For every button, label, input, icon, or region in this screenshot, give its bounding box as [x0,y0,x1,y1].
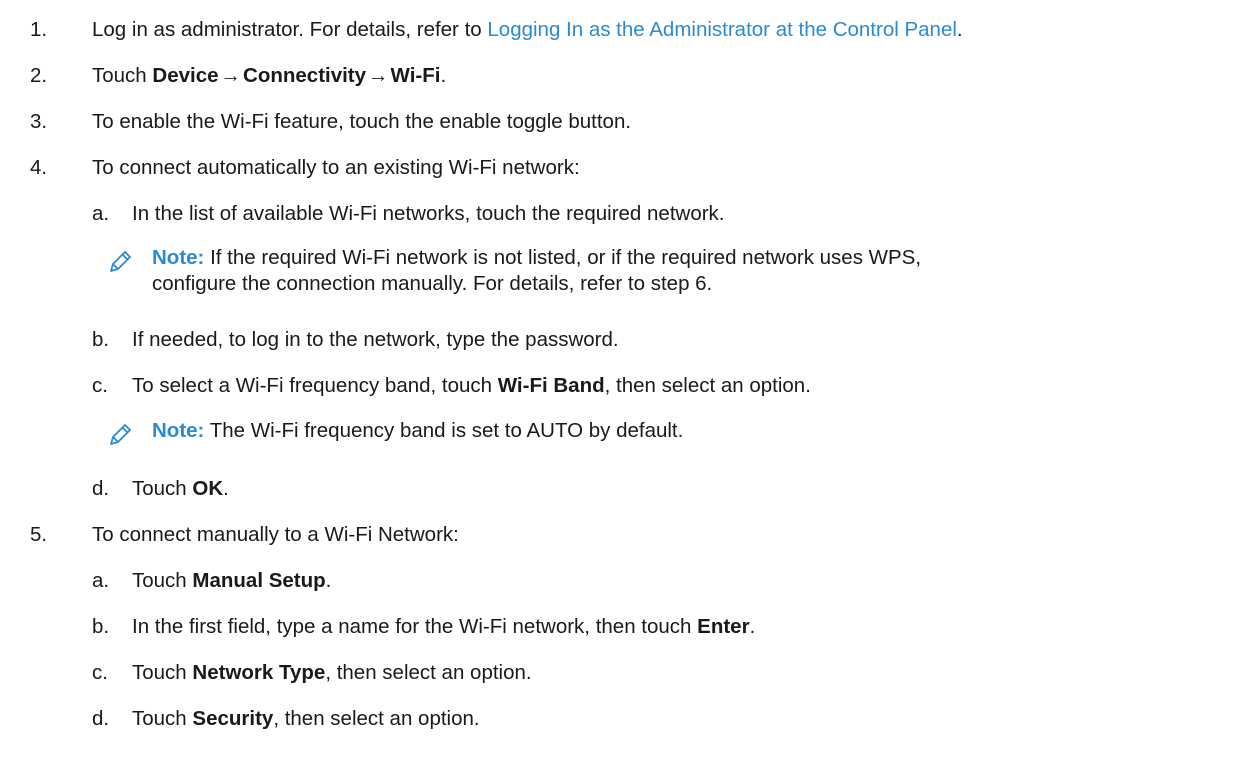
step-number: 4. [30,156,48,179]
admin-login-link[interactable]: Logging In as the Administrator at the C… [487,18,957,41]
substep-text: In the first field, type a name for the … [132,615,756,638]
pencil-icon [110,424,131,445]
pencil-icon [110,251,131,272]
substep-text: If needed, to log in to the network, typ… [132,328,619,351]
substep-text: Touch Manual Setup. [132,569,332,592]
step-text: To connect manually to a Wi-Fi Network: [92,523,459,546]
substep-text: Touch Security, then select an option. [132,707,480,730]
step-number: 5. [30,523,48,546]
arrow-icon: → [220,64,242,87]
arrow-icon: → [368,64,389,87]
note-text: Note: If the required Wi-Fi network is n… [152,246,922,295]
step-text: Touch Device→Connectivity→Wi-Fi. [92,64,447,87]
step-number: 1. [30,18,48,41]
substep-text: In the list of available Wi-Fi networks,… [132,202,725,225]
substep-text: Touch OK. [132,477,229,500]
step-number: 2. [30,64,48,87]
step-text: To connect automatically to an existing … [92,156,580,179]
note-text: Note: The Wi-Fi frequency band is set to… [152,419,684,442]
substep-text: Touch Network Type, then select an optio… [132,661,532,684]
step-number: 3. [30,110,48,133]
note-label: Note: [152,419,205,442]
note-label: Note: [152,246,205,269]
substep-text: To select a Wi-Fi frequency band, touch … [132,374,811,397]
step-text: Log in as administrator. For details, re… [92,18,963,41]
step-text: To enable the Wi-Fi feature, touch the e… [92,110,632,133]
